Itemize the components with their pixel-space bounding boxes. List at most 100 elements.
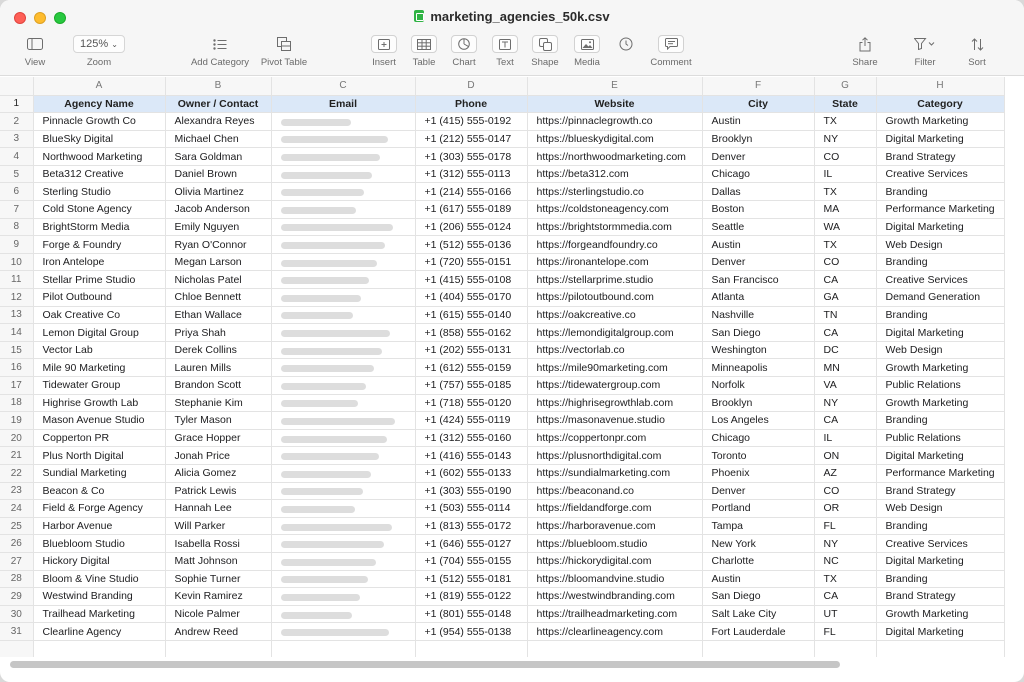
cell-h[interactable]: Growth Marketing [876, 112, 1005, 131]
cell-g[interactable]: CA [814, 270, 877, 290]
cell-b[interactable]: Michael Chen [165, 130, 272, 149]
cell-g[interactable]: TX [814, 570, 877, 589]
cell-f[interactable]: Chicago [702, 165, 815, 184]
cell-d[interactable]: +1 (718) 555-0120 [415, 394, 528, 413]
email-cell-redacted[interactable] [271, 341, 416, 360]
header-cell[interactable]: Email [271, 95, 416, 114]
pivot-table-button[interactable]: Pivot Table [252, 34, 316, 68]
cell-h[interactable]: Brand Strategy [876, 147, 1005, 166]
empty-cell[interactable] [814, 640, 877, 657]
cell-g[interactable]: FL [814, 517, 877, 536]
cell-b[interactable]: Patrick Lewis [165, 482, 272, 501]
cell-e[interactable]: https://ironantelope.com [527, 253, 703, 272]
view-button[interactable]: View [3, 34, 67, 68]
cell-g[interactable]: OR [814, 499, 877, 518]
email-cell-redacted[interactable] [271, 182, 416, 202]
cell-g[interactable]: FL [814, 622, 877, 641]
cell-f[interactable]: Atlanta [702, 288, 815, 307]
cell-g[interactable]: AZ [814, 464, 877, 483]
cell-a[interactable]: Sterling Studio [33, 182, 166, 202]
cell-h[interactable]: Performance Marketing [876, 464, 1005, 483]
email-cell-redacted[interactable] [271, 622, 416, 641]
cell-f[interactable]: Boston [702, 200, 815, 219]
column-header-c[interactable]: C [271, 77, 416, 96]
cell-a[interactable]: Trailhead Marketing [33, 605, 166, 624]
cell-h[interactable]: Digital Marketing [876, 622, 1005, 641]
column-header-g[interactable]: G [814, 77, 877, 96]
cell-f[interactable]: New York [702, 534, 815, 553]
cell-h[interactable]: Public Relations [876, 376, 1005, 395]
empty-cell[interactable] [876, 640, 1005, 657]
cell-d[interactable]: +1 (415) 555-0108 [415, 270, 528, 290]
cell-e[interactable]: https://coldstoneagency.com [527, 200, 703, 219]
cell-d[interactable]: +1 (312) 555-0113 [415, 165, 528, 184]
cell-g[interactable]: IL [814, 165, 877, 184]
zoom-control[interactable]: 125% ⌄ Zoom [67, 34, 131, 68]
add-category-button[interactable]: Add Category [188, 34, 252, 68]
cell-f[interactable]: Phoenix [702, 464, 815, 483]
header-cell[interactable]: Category [876, 95, 1005, 114]
cell-f[interactable]: Toronto [702, 446, 815, 465]
sort-button[interactable]: Sort [945, 34, 1009, 68]
cell-d[interactable]: +1 (512) 555-0181 [415, 570, 528, 589]
row-number[interactable]: 3 [0, 130, 34, 149]
row-number[interactable]: 2 [0, 112, 34, 131]
cell-b[interactable]: Daniel Brown [165, 165, 272, 184]
cell-b[interactable]: Alexandra Reyes [165, 112, 272, 131]
cell-b[interactable]: Ryan O'Connor [165, 235, 272, 254]
cell-h[interactable]: Creative Services [876, 165, 1005, 184]
cell-h[interactable]: Digital Marketing [876, 218, 1005, 237]
email-cell-redacted[interactable] [271, 218, 416, 237]
cell-g[interactable]: CO [814, 482, 877, 501]
email-cell-redacted[interactable] [271, 517, 416, 536]
cell-d[interactable]: +1 (602) 555-0133 [415, 464, 528, 483]
column-header-e[interactable]: E [527, 77, 703, 96]
cell-a[interactable]: Highrise Growth Lab [33, 394, 166, 413]
cell-d[interactable]: +1 (415) 555-0192 [415, 112, 528, 131]
cell-a[interactable]: Westwind Branding [33, 587, 166, 606]
cell-b[interactable]: Olivia Martinez [165, 182, 272, 202]
cell-b[interactable]: Nicholas Patel [165, 270, 272, 290]
cell-f[interactable]: Austin [702, 112, 815, 131]
header-cell[interactable]: Phone [415, 95, 528, 114]
email-cell-redacted[interactable] [271, 605, 416, 624]
cell-f[interactable]: Austin [702, 235, 815, 254]
header-cell[interactable]: Website [527, 95, 703, 114]
email-cell-redacted[interactable] [271, 499, 416, 518]
email-cell-redacted[interactable] [271, 358, 416, 377]
empty-cell[interactable] [33, 640, 166, 657]
cell-g[interactable]: WA [814, 218, 877, 237]
email-cell-redacted[interactable] [271, 130, 416, 149]
cell-a[interactable]: Sundial Marketing [33, 464, 166, 483]
cell-b[interactable]: Hannah Lee [165, 499, 272, 518]
cell-d[interactable]: +1 (858) 555-0162 [415, 323, 528, 342]
cell-e[interactable]: https://sundialmarketing.com [527, 464, 703, 483]
email-cell-redacted[interactable] [271, 253, 416, 272]
cell-e[interactable]: https://tidewatergroup.com [527, 376, 703, 395]
cell-d[interactable]: +1 (202) 555-0131 [415, 341, 528, 360]
cell-f[interactable]: Denver [702, 482, 815, 501]
column-header-h[interactable]: H [876, 77, 1005, 96]
email-cell-redacted[interactable] [271, 323, 416, 342]
email-cell-redacted[interactable] [271, 165, 416, 184]
cell-e[interactable]: https://stellarprime.studio [527, 270, 703, 290]
cell-a[interactable]: Lemon Digital Group [33, 323, 166, 342]
row-number[interactable]: 17 [0, 376, 34, 395]
cell-h[interactable]: Performance Marketing [876, 200, 1005, 219]
cell-d[interactable]: +1 (214) 555-0166 [415, 182, 528, 202]
row-number[interactable]: 21 [0, 446, 34, 465]
row-number[interactable]: 14 [0, 323, 34, 342]
cell-d[interactable]: +1 (512) 555-0136 [415, 235, 528, 254]
horizontal-scrollbar[interactable] [8, 660, 1016, 670]
spreadsheet-grid[interactable]: ABCDEFGH 1 Agency Name Owner / Contact Emai… [0, 77, 1024, 657]
cell-f[interactable]: Charlotte [702, 552, 815, 571]
cell-f[interactable]: Weshington [702, 341, 815, 360]
email-cell-redacted[interactable] [271, 446, 416, 465]
cell-h[interactable]: Web Design [876, 499, 1005, 518]
cell-b[interactable]: Will Parker [165, 517, 272, 536]
cell-g[interactable]: VA [814, 376, 877, 395]
cell-g[interactable]: CA [814, 411, 877, 430]
column-header-b[interactable]: B [165, 77, 272, 96]
email-cell-redacted[interactable] [271, 306, 416, 325]
header-cell[interactable]: State [814, 95, 877, 114]
